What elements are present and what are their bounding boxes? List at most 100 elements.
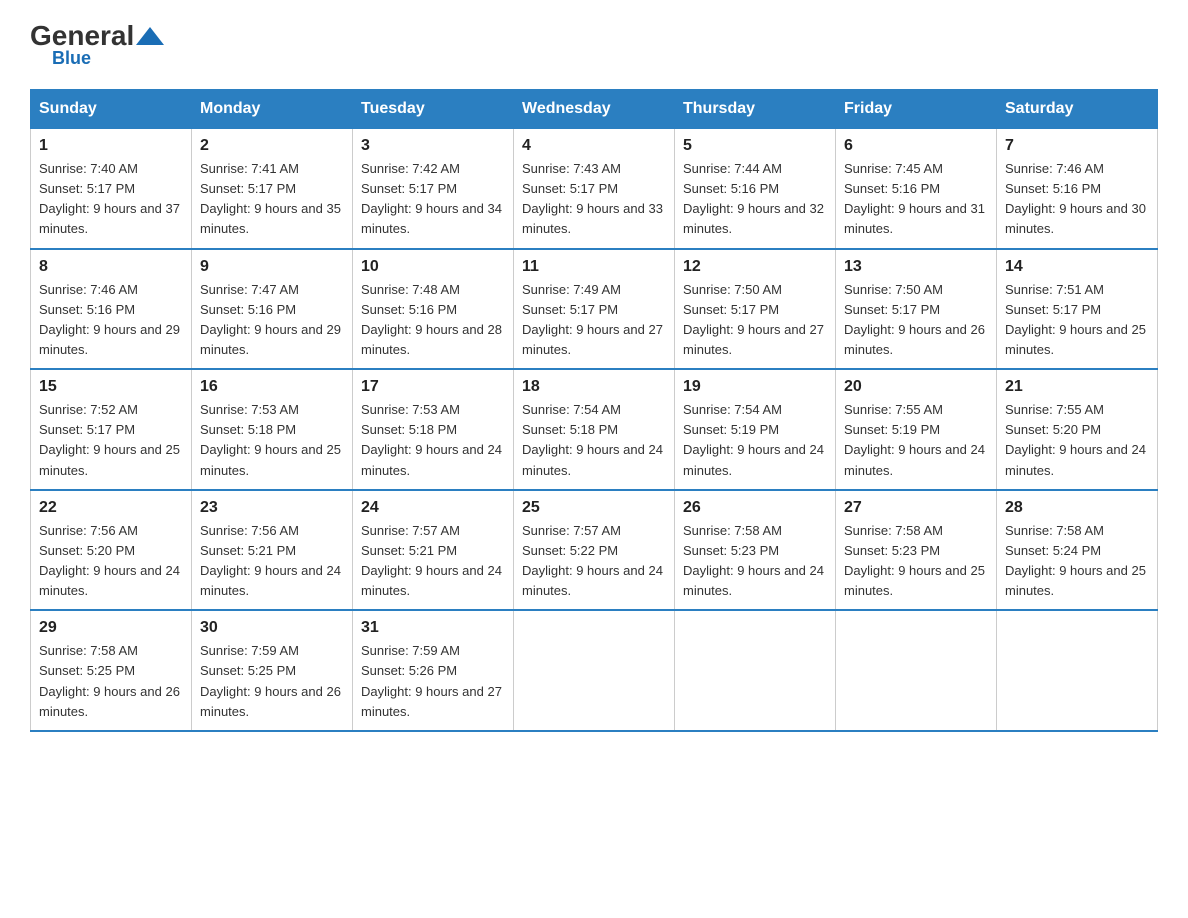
page-header: General Blue <box>30 20 1158 69</box>
day-number: 15 <box>39 378 183 396</box>
calendar-cell: 7 Sunrise: 7:46 AM Sunset: 5:16 PM Dayli… <box>997 129 1158 249</box>
calendar-cell: 15 Sunrise: 7:52 AM Sunset: 5:17 PM Dayl… <box>31 369 192 490</box>
day-number: 14 <box>1005 258 1149 276</box>
day-info: Sunrise: 7:46 AM Sunset: 5:16 PM Dayligh… <box>39 280 183 361</box>
calendar-cell: 25 Sunrise: 7:57 AM Sunset: 5:22 PM Dayl… <box>514 490 675 611</box>
day-info: Sunrise: 7:46 AM Sunset: 5:16 PM Dayligh… <box>1005 159 1149 240</box>
day-info: Sunrise: 7:40 AM Sunset: 5:17 PM Dayligh… <box>39 159 183 240</box>
day-info: Sunrise: 7:53 AM Sunset: 5:18 PM Dayligh… <box>200 400 344 481</box>
day-number: 26 <box>683 499 827 517</box>
day-info: Sunrise: 7:53 AM Sunset: 5:18 PM Dayligh… <box>361 400 505 481</box>
day-number: 5 <box>683 137 827 155</box>
day-number: 6 <box>844 137 988 155</box>
calendar-cell <box>675 610 836 731</box>
day-info: Sunrise: 7:54 AM Sunset: 5:19 PM Dayligh… <box>683 400 827 481</box>
day-info: Sunrise: 7:58 AM Sunset: 5:24 PM Dayligh… <box>1005 521 1149 602</box>
calendar-cell: 5 Sunrise: 7:44 AM Sunset: 5:16 PM Dayli… <box>675 129 836 249</box>
day-info: Sunrise: 7:47 AM Sunset: 5:16 PM Dayligh… <box>200 280 344 361</box>
day-number: 2 <box>200 137 344 155</box>
day-number: 4 <box>522 137 666 155</box>
column-header-tuesday: Tuesday <box>353 90 514 129</box>
logo-blue-text: Blue <box>52 48 91 69</box>
day-info: Sunrise: 7:58 AM Sunset: 5:25 PM Dayligh… <box>39 641 183 722</box>
calendar-cell: 28 Sunrise: 7:58 AM Sunset: 5:24 PM Dayl… <box>997 490 1158 611</box>
column-header-monday: Monday <box>192 90 353 129</box>
day-info: Sunrise: 7:59 AM Sunset: 5:26 PM Dayligh… <box>361 641 505 722</box>
day-number: 20 <box>844 378 988 396</box>
calendar-cell: 8 Sunrise: 7:46 AM Sunset: 5:16 PM Dayli… <box>31 249 192 370</box>
day-info: Sunrise: 7:42 AM Sunset: 5:17 PM Dayligh… <box>361 159 505 240</box>
calendar-cell: 11 Sunrise: 7:49 AM Sunset: 5:17 PM Dayl… <box>514 249 675 370</box>
day-info: Sunrise: 7:50 AM Sunset: 5:17 PM Dayligh… <box>844 280 988 361</box>
day-number: 16 <box>200 378 344 396</box>
calendar-header-row: SundayMondayTuesdayWednesdayThursdayFrid… <box>31 90 1158 129</box>
calendar-cell: 18 Sunrise: 7:54 AM Sunset: 5:18 PM Dayl… <box>514 369 675 490</box>
calendar-cell: 4 Sunrise: 7:43 AM Sunset: 5:17 PM Dayli… <box>514 129 675 249</box>
calendar-week-row: 15 Sunrise: 7:52 AM Sunset: 5:17 PM Dayl… <box>31 369 1158 490</box>
day-info: Sunrise: 7:50 AM Sunset: 5:17 PM Dayligh… <box>683 280 827 361</box>
day-number: 21 <box>1005 378 1149 396</box>
day-number: 13 <box>844 258 988 276</box>
day-info: Sunrise: 7:43 AM Sunset: 5:17 PM Dayligh… <box>522 159 666 240</box>
day-info: Sunrise: 7:55 AM Sunset: 5:19 PM Dayligh… <box>844 400 988 481</box>
calendar-cell: 2 Sunrise: 7:41 AM Sunset: 5:17 PM Dayli… <box>192 129 353 249</box>
day-info: Sunrise: 7:59 AM Sunset: 5:25 PM Dayligh… <box>200 641 344 722</box>
day-info: Sunrise: 7:56 AM Sunset: 5:21 PM Dayligh… <box>200 521 344 602</box>
day-info: Sunrise: 7:54 AM Sunset: 5:18 PM Dayligh… <box>522 400 666 481</box>
day-info: Sunrise: 7:58 AM Sunset: 5:23 PM Dayligh… <box>844 521 988 602</box>
day-info: Sunrise: 7:51 AM Sunset: 5:17 PM Dayligh… <box>1005 280 1149 361</box>
day-number: 23 <box>200 499 344 517</box>
calendar-week-row: 1 Sunrise: 7:40 AM Sunset: 5:17 PM Dayli… <box>31 129 1158 249</box>
day-info: Sunrise: 7:52 AM Sunset: 5:17 PM Dayligh… <box>39 400 183 481</box>
calendar-cell: 17 Sunrise: 7:53 AM Sunset: 5:18 PM Dayl… <box>353 369 514 490</box>
calendar-cell: 16 Sunrise: 7:53 AM Sunset: 5:18 PM Dayl… <box>192 369 353 490</box>
calendar-cell <box>836 610 997 731</box>
calendar-cell: 13 Sunrise: 7:50 AM Sunset: 5:17 PM Dayl… <box>836 249 997 370</box>
day-number: 18 <box>522 378 666 396</box>
day-number: 19 <box>683 378 827 396</box>
calendar-week-row: 8 Sunrise: 7:46 AM Sunset: 5:16 PM Dayli… <box>31 249 1158 370</box>
column-header-wednesday: Wednesday <box>514 90 675 129</box>
day-number: 17 <box>361 378 505 396</box>
calendar-cell: 12 Sunrise: 7:50 AM Sunset: 5:17 PM Dayl… <box>675 249 836 370</box>
day-number: 7 <box>1005 137 1149 155</box>
calendar-week-row: 29 Sunrise: 7:58 AM Sunset: 5:25 PM Dayl… <box>31 610 1158 731</box>
day-number: 24 <box>361 499 505 517</box>
day-info: Sunrise: 7:56 AM Sunset: 5:20 PM Dayligh… <box>39 521 183 602</box>
calendar-cell: 29 Sunrise: 7:58 AM Sunset: 5:25 PM Dayl… <box>31 610 192 731</box>
calendar-cell: 23 Sunrise: 7:56 AM Sunset: 5:21 PM Dayl… <box>192 490 353 611</box>
day-number: 3 <box>361 137 505 155</box>
calendar-week-row: 22 Sunrise: 7:56 AM Sunset: 5:20 PM Dayl… <box>31 490 1158 611</box>
calendar-cell: 22 Sunrise: 7:56 AM Sunset: 5:20 PM Dayl… <box>31 490 192 611</box>
day-number: 28 <box>1005 499 1149 517</box>
day-number: 31 <box>361 619 505 637</box>
column-header-saturday: Saturday <box>997 90 1158 129</box>
calendar-cell <box>997 610 1158 731</box>
logo-triangle-icon <box>136 27 164 45</box>
logo: General Blue <box>30 20 166 69</box>
day-number: 10 <box>361 258 505 276</box>
calendar-cell: 21 Sunrise: 7:55 AM Sunset: 5:20 PM Dayl… <box>997 369 1158 490</box>
day-number: 9 <box>200 258 344 276</box>
calendar-cell: 9 Sunrise: 7:47 AM Sunset: 5:16 PM Dayli… <box>192 249 353 370</box>
day-info: Sunrise: 7:49 AM Sunset: 5:17 PM Dayligh… <box>522 280 666 361</box>
calendar-cell: 24 Sunrise: 7:57 AM Sunset: 5:21 PM Dayl… <box>353 490 514 611</box>
calendar-cell: 10 Sunrise: 7:48 AM Sunset: 5:16 PM Dayl… <box>353 249 514 370</box>
calendar-cell: 27 Sunrise: 7:58 AM Sunset: 5:23 PM Dayl… <box>836 490 997 611</box>
day-info: Sunrise: 7:55 AM Sunset: 5:20 PM Dayligh… <box>1005 400 1149 481</box>
calendar-cell: 14 Sunrise: 7:51 AM Sunset: 5:17 PM Dayl… <box>997 249 1158 370</box>
calendar-cell: 31 Sunrise: 7:59 AM Sunset: 5:26 PM Dayl… <box>353 610 514 731</box>
day-number: 22 <box>39 499 183 517</box>
calendar-cell <box>514 610 675 731</box>
calendar-cell: 6 Sunrise: 7:45 AM Sunset: 5:16 PM Dayli… <box>836 129 997 249</box>
column-header-sunday: Sunday <box>31 90 192 129</box>
day-number: 25 <box>522 499 666 517</box>
day-info: Sunrise: 7:57 AM Sunset: 5:22 PM Dayligh… <box>522 521 666 602</box>
column-header-thursday: Thursday <box>675 90 836 129</box>
day-info: Sunrise: 7:58 AM Sunset: 5:23 PM Dayligh… <box>683 521 827 602</box>
day-number: 1 <box>39 137 183 155</box>
calendar-cell: 20 Sunrise: 7:55 AM Sunset: 5:19 PM Dayl… <box>836 369 997 490</box>
day-info: Sunrise: 7:57 AM Sunset: 5:21 PM Dayligh… <box>361 521 505 602</box>
day-info: Sunrise: 7:44 AM Sunset: 5:16 PM Dayligh… <box>683 159 827 240</box>
day-info: Sunrise: 7:45 AM Sunset: 5:16 PM Dayligh… <box>844 159 988 240</box>
